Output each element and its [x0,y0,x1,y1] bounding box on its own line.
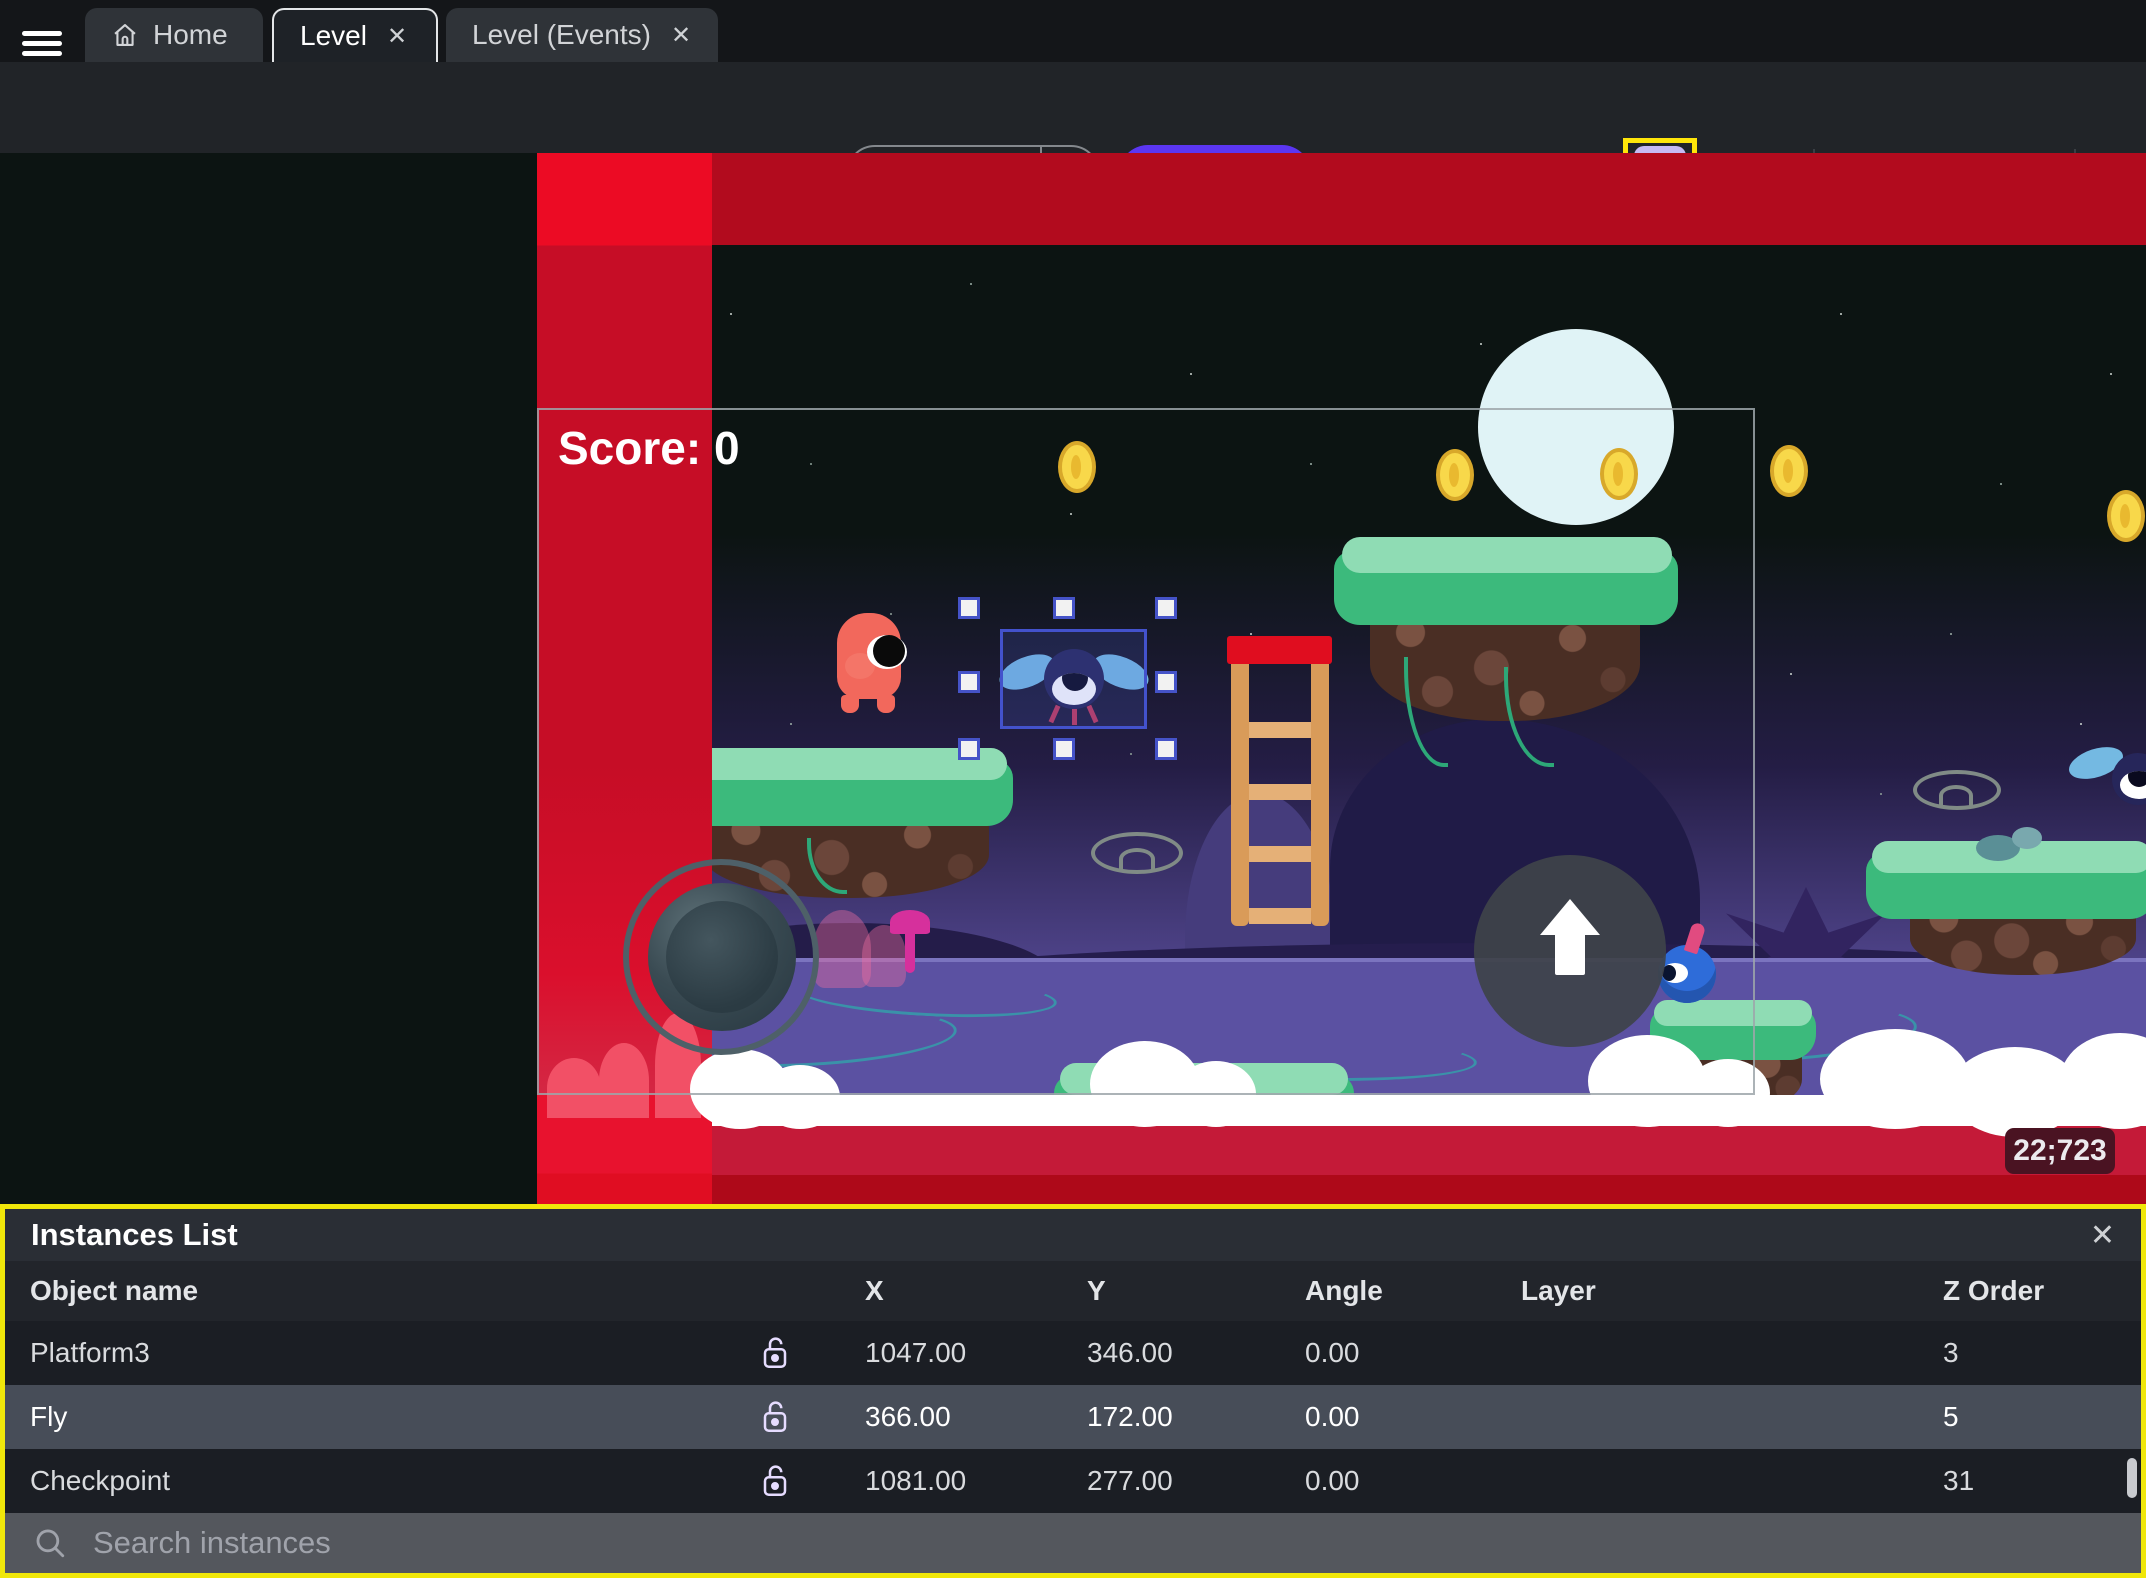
coin-object[interactable] [1770,445,1808,497]
instance-angle[interactable]: 0.00 [1305,1401,1521,1433]
panel-title: Instances List [31,1217,238,1252]
camera-frame [537,408,1755,1095]
home-icon [114,24,136,46]
coords-badge: 22;723 [2005,1128,2115,1174]
table-row[interactable]: Checkpoint 1081.00 277.00 0.00 31 [5,1449,2141,1513]
instance-angle[interactable]: 0.00 [1305,1465,1521,1497]
instance-y[interactable]: 172.00 [1087,1401,1305,1433]
selection-handle[interactable] [1155,597,1177,619]
search-bar [5,1513,2141,1573]
instances-list-panel: Instances List ✕ Object name X Y Angle L… [0,1204,2146,1578]
close-tab-icon[interactable]: ✕ [381,22,407,51]
tab-label: Level [300,20,367,51]
dark-red-strip [712,1175,2146,1205]
coin-object[interactable] [2107,490,2145,542]
fly-enemy-object[interactable] [2065,741,2146,821]
scene-canvas[interactable]: Score: 0 22;723 [0,153,2146,1205]
unlock-icon[interactable] [760,1397,790,1437]
instances-table-header: Object name X Y Angle Layer Z Order [5,1261,2141,1321]
scrollbar-thumb[interactable] [2127,1458,2137,1498]
instance-name: Checkpoint [30,1465,171,1496]
cloud [1950,1047,2080,1137]
unlock-icon[interactable] [760,1461,790,1501]
table-row[interactable]: Platform3 1047.00 346.00 0.00 3 [5,1321,2141,1385]
selection-handle[interactable] [1053,597,1075,619]
search-icon [36,1529,65,1558]
instance-x[interactable]: 1047.00 [865,1337,1087,1369]
instance-z-order[interactable]: 5 [1943,1401,2141,1433]
tab-label: Home [153,19,228,50]
instance-y[interactable]: 277.00 [1087,1465,1305,1497]
selection-handle[interactable] [958,671,980,693]
menu-icon[interactable] [22,31,62,57]
instance-name: Fly [30,1401,68,1432]
col-z-order[interactable]: Z Order [1943,1275,2141,1307]
crimson-strip [712,1126,2146,1175]
instance-name: Platform3 [30,1337,150,1368]
selection-rectangle [1000,629,1147,729]
selection-handle[interactable] [1155,738,1177,760]
col-y[interactable]: Y [1087,1275,1305,1307]
toolbar: Preview Publish [0,62,2146,214]
instance-z-order[interactable]: 3 [1943,1337,2141,1369]
tab-level-events[interactable]: Level (Events) ✕ [446,8,718,62]
tab-label: Level (Events) [472,19,651,50]
selection-handle[interactable] [958,738,980,760]
close-panel-icon[interactable]: ✕ [2090,1218,2115,1253]
instance-z-order[interactable]: 31 [1943,1465,2141,1497]
tab-level[interactable]: Level ✕ [272,8,438,62]
red-band-horizontal[interactable] [712,153,2146,245]
instance-y[interactable]: 346.00 [1087,1337,1305,1369]
selection-handle[interactable] [1053,738,1075,760]
instance-angle[interactable]: 0.00 [1305,1337,1521,1369]
col-object-name[interactable]: Object name [30,1275,760,1307]
cloud [1820,1029,1970,1129]
selection-handle[interactable] [1155,671,1177,693]
tab-bar: Home Level ✕ Level (Events) ✕ [0,0,2146,62]
search-input[interactable] [93,1525,1693,1561]
col-angle[interactable]: Angle [1305,1275,1521,1307]
platform-object[interactable] [1866,827,2146,975]
eye-decoration[interactable] [1913,770,2001,810]
instance-x[interactable]: 1081.00 [865,1465,1087,1497]
col-x[interactable]: X [865,1275,1087,1307]
tab-home[interactable]: Home [85,8,263,62]
selection-handle[interactable] [958,597,980,619]
col-layer[interactable]: Layer [1521,1275,1943,1307]
table-row-selected[interactable]: Fly 366.00 172.00 0.00 5 [5,1385,2141,1449]
score-text-object[interactable]: Score: 0 [558,421,740,475]
instance-x[interactable]: 366.00 [865,1401,1087,1433]
close-tab-icon[interactable]: ✕ [665,21,691,50]
panel-title-bar: Instances List ✕ [5,1209,2141,1261]
unlock-icon[interactable] [760,1333,790,1373]
